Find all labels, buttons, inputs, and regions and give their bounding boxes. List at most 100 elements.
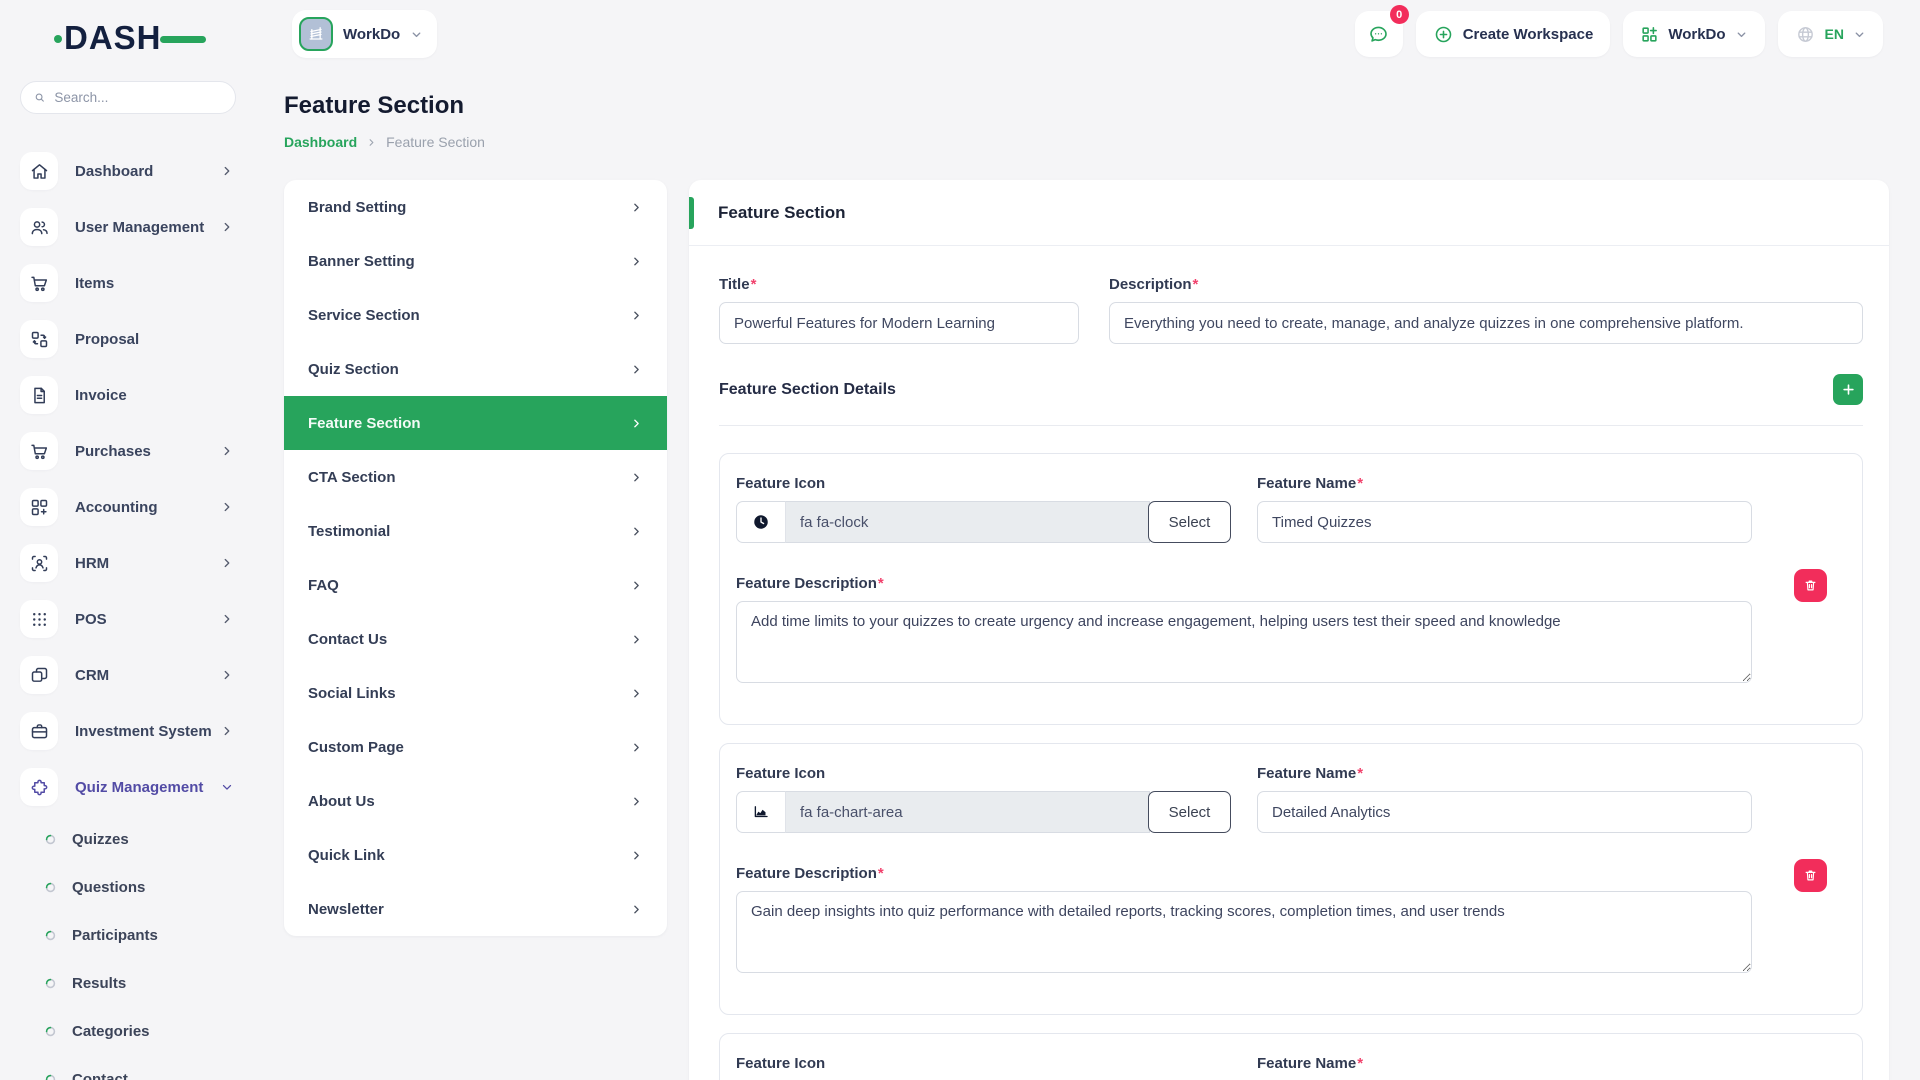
language-code: EN (1825, 26, 1844, 42)
feature-description-textarea[interactable]: Add time limits to your quizzes to creat… (736, 601, 1752, 683)
chevron-right-icon (630, 201, 643, 214)
sidebar-item-dashboard[interactable]: Dashboard (0, 143, 260, 199)
brand-logo[interactable]: DASH (64, 18, 204, 58)
sidebar-item-user-management[interactable]: User Management (0, 199, 260, 255)
delete-feature-button[interactable] (1794, 569, 1827, 602)
delete-feature-button[interactable] (1794, 859, 1827, 892)
select-icon-button[interactable]: Select (1148, 791, 1231, 833)
sidebar-item-items[interactable]: Items (0, 255, 260, 311)
chevron-right-icon (220, 220, 234, 234)
person-scan-icon (20, 544, 58, 582)
feature-icon-input[interactable] (785, 791, 1150, 833)
required-mark: * (1357, 765, 1363, 782)
add-feature-button[interactable] (1833, 374, 1863, 405)
breadcrumb: Dashboard Feature Section (284, 134, 485, 150)
briefcase-icon (20, 712, 58, 750)
sidebar-item-crm[interactable]: CRM (0, 647, 260, 703)
feature-name-input[interactable] (1257, 501, 1752, 543)
messages-button[interactable]: 0 (1355, 11, 1403, 57)
chevron-right-icon (366, 137, 377, 148)
card-header: Feature Section (689, 180, 1889, 246)
card-title: Feature Section (718, 203, 846, 223)
chevron-right-icon (220, 724, 234, 738)
submenu-item-quizzes[interactable]: Quizzes (0, 815, 260, 863)
sidebar-search[interactable] (20, 81, 236, 114)
chevron-down-icon (1853, 28, 1866, 41)
description-label: Description* (1109, 276, 1863, 293)
settings-item-social-links[interactable]: Social Links (284, 666, 667, 720)
logo-dot-icon (54, 35, 62, 43)
settings-item-service-section[interactable]: Service Section (284, 288, 667, 342)
sidebar-item-quiz-management[interactable]: Quiz Management (0, 759, 260, 815)
swap-boxes-icon (20, 320, 58, 358)
required-mark: * (751, 276, 757, 293)
feature-icon-label: Feature Icon (736, 765, 1231, 782)
bullet-circle-icon (44, 833, 57, 846)
feature-icon-label: Feature Icon (736, 475, 1231, 492)
search-icon (33, 90, 46, 105)
select-icon-button[interactable]: Select (1148, 501, 1231, 543)
chevron-right-icon (630, 255, 643, 268)
submenu-item-contact[interactable]: Contact (0, 1055, 260, 1080)
sidebar-item-hrm[interactable]: HRM (0, 535, 260, 591)
settings-item-brand-setting[interactable]: Brand Setting (284, 180, 667, 234)
logo-text: DASH (64, 19, 162, 56)
settings-item-quiz-section[interactable]: Quiz Section (284, 342, 667, 396)
settings-item-about-us[interactable]: About Us (284, 774, 667, 828)
description-input[interactable] (1109, 302, 1863, 344)
card-accent-bar (689, 197, 694, 229)
sidebar-item-accounting[interactable]: Accounting (0, 479, 260, 535)
settings-item-banner-setting[interactable]: Banner Setting (284, 234, 667, 288)
plus-icon (1841, 382, 1856, 397)
trash-icon (1803, 868, 1818, 883)
users-icon (20, 208, 58, 246)
chevron-right-icon (630, 741, 643, 754)
title-description-row: Title* Description* (719, 276, 1863, 344)
workspace-switcher-label: WorkDo (1668, 26, 1725, 43)
workspace-switcher-button[interactable]: WorkDo (1623, 11, 1764, 57)
chevron-down-icon (220, 780, 234, 794)
sidebar-item-proposal[interactable]: Proposal (0, 311, 260, 367)
sidebar-item-pos[interactable]: POS (0, 591, 260, 647)
cart-icon (20, 264, 58, 302)
language-selector-button[interactable]: EN (1778, 11, 1883, 57)
search-input[interactable] (54, 90, 223, 105)
breadcrumb-dashboard-link[interactable]: Dashboard (284, 134, 357, 150)
settings-item-testimonial[interactable]: Testimonial (284, 504, 667, 558)
chevron-down-icon (410, 28, 423, 41)
plus-circle-icon (1433, 24, 1454, 45)
sidebar-item-investment-system[interactable]: Investment System (0, 703, 260, 759)
workspace-selector[interactable]: WorkDo (292, 10, 437, 58)
submenu-item-categories[interactable]: Categories (0, 1007, 260, 1055)
chevron-right-icon (630, 795, 643, 808)
submenu-item-participants[interactable]: Participants (0, 911, 260, 959)
feature-name-input[interactable] (1257, 791, 1752, 833)
chevron-right-icon (630, 363, 643, 376)
sidebar-item-purchases[interactable]: Purchases (0, 423, 260, 479)
settings-item-contact-us[interactable]: Contact Us (284, 612, 667, 666)
overlap-squares-icon (20, 656, 58, 694)
settings-item-newsletter[interactable]: Newsletter (284, 882, 667, 936)
title-input[interactable] (719, 302, 1079, 344)
feature-description-label: Feature Description* (736, 865, 1846, 882)
sidebar-item-invoice[interactable]: Invoice (0, 367, 260, 423)
settings-item-feature-section[interactable]: Feature Section (284, 396, 667, 450)
settings-menu: Brand Setting Banner Setting Service Sec… (284, 180, 667, 936)
settings-item-cta-section[interactable]: CTA Section (284, 450, 667, 504)
title-label: Title* (719, 276, 1079, 293)
messages-count-badge: 0 (1390, 5, 1409, 24)
settings-item-faq[interactable]: FAQ (284, 558, 667, 612)
create-workspace-button[interactable]: Create Workspace (1416, 11, 1611, 57)
feature-icon-input[interactable] (785, 501, 1150, 543)
card-body: Title* Description* Feature Section Deta… (689, 276, 1889, 1080)
feature-description-textarea[interactable]: Gain deep insights into quiz performance… (736, 891, 1752, 973)
submenu-item-questions[interactable]: Questions (0, 863, 260, 911)
settings-item-custom-page[interactable]: Custom Page (284, 720, 667, 774)
chevron-right-icon (220, 556, 234, 570)
sidebar-nav: Dashboard User Management Items Proposal… (0, 143, 260, 815)
settings-item-quick-link[interactable]: Quick Link (284, 828, 667, 882)
chevron-right-icon (630, 849, 643, 862)
submenu-item-results[interactable]: Results (0, 959, 260, 1007)
chevron-right-icon (630, 633, 643, 646)
feature-icon-label: Feature Icon (736, 1055, 1231, 1072)
